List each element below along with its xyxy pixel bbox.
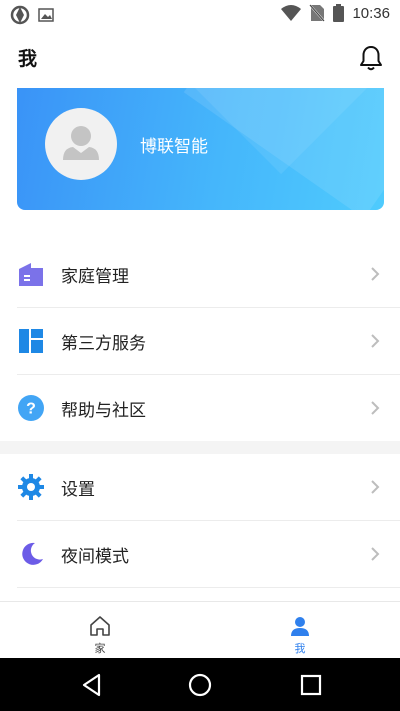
menu-item-third-party-services[interactable]: 第三方服务 xyxy=(0,308,400,374)
recents-square-icon[interactable] xyxy=(298,672,324,698)
chevron-right-icon xyxy=(371,401,380,415)
menu-label: 帮助与社区 xyxy=(61,401,146,421)
page-title: 我 xyxy=(18,48,38,70)
menu-label: 家庭管理 xyxy=(61,267,129,287)
status-bar: 10:36 xyxy=(0,0,400,30)
section-separator xyxy=(0,441,400,454)
wifi-icon xyxy=(281,5,302,21)
image-notification-icon xyxy=(38,8,54,22)
tab-me[interactable]: 我 xyxy=(200,602,400,659)
svg-text:?: ? xyxy=(26,401,36,418)
person-icon xyxy=(291,617,309,636)
menu-item-help-community[interactable]: ? 帮助与社区 xyxy=(0,375,400,441)
tab-label: 我 xyxy=(294,642,306,655)
tab-home[interactable]: 家 xyxy=(0,602,200,659)
status-time: 10:36 xyxy=(352,4,390,22)
back-triangle-icon[interactable] xyxy=(79,672,105,698)
battery-icon xyxy=(333,4,345,22)
menu-item-night-mode[interactable]: 夜间模式 xyxy=(0,521,400,587)
avatar[interactable] xyxy=(45,108,117,180)
chevron-right-icon xyxy=(371,334,380,348)
menu-label: 设置 xyxy=(61,480,95,500)
avatar-placeholder-icon xyxy=(63,126,99,160)
profile-card[interactable]: 博联智能 xyxy=(17,88,384,210)
sync-app-icon xyxy=(10,5,30,25)
app-header: 我 xyxy=(0,30,400,86)
bell-icon[interactable] xyxy=(358,44,384,72)
menu-label: 夜间模式 xyxy=(61,547,129,567)
moon-icon xyxy=(22,542,43,565)
home-building-icon xyxy=(19,263,43,286)
chevron-right-icon xyxy=(371,267,380,281)
settings-gear-icon xyxy=(18,474,44,500)
chevron-right-icon xyxy=(371,480,380,494)
menu-item-settings[interactable]: 设置 xyxy=(0,454,400,520)
bottom-tab-bar: 家 我 xyxy=(0,601,400,658)
dashboard-tiles-icon xyxy=(19,329,43,353)
divider xyxy=(17,587,400,588)
home-icon xyxy=(90,616,110,636)
chevron-right-icon xyxy=(371,547,380,561)
username: 博联智能 xyxy=(140,137,208,157)
tab-label: 家 xyxy=(94,642,106,655)
help-question-icon: ? xyxy=(18,395,44,421)
home-circle-icon[interactable] xyxy=(187,672,213,698)
menu-label: 第三方服务 xyxy=(61,334,146,354)
menu-item-family-management[interactable]: 家庭管理 xyxy=(0,241,400,307)
no-sim-icon xyxy=(309,4,326,22)
system-navigation-bar xyxy=(0,658,400,711)
